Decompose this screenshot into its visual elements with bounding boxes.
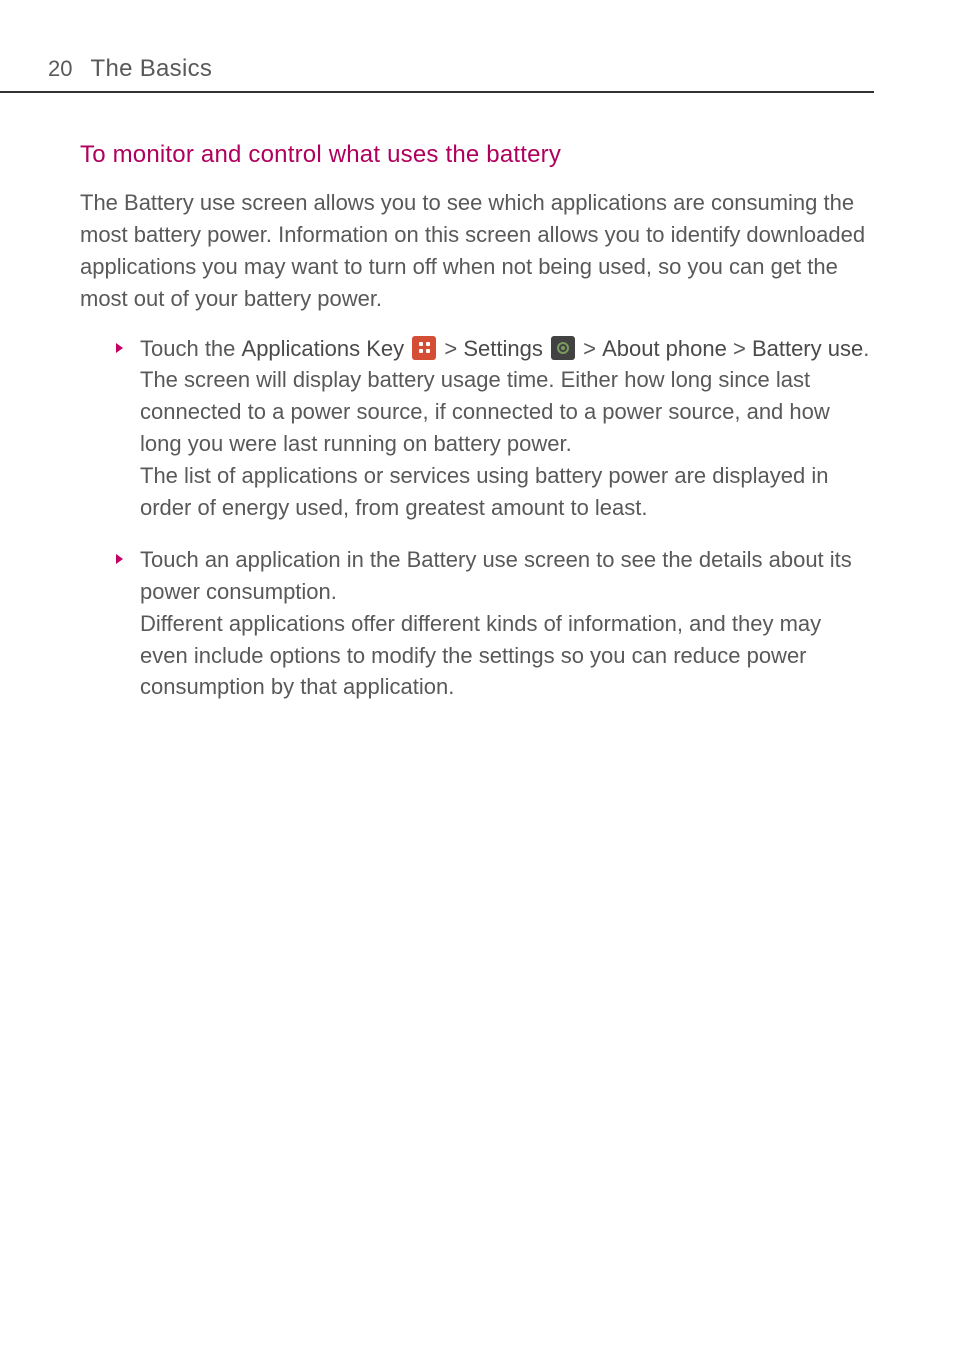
separator-gt: > xyxy=(577,336,602,361)
list-item: Touch an application in the Battery use … xyxy=(116,544,874,703)
triangle-bullet-icon xyxy=(116,554,123,564)
list-item: Touch the Applications Key > Settings > … xyxy=(116,333,874,524)
bullet-text-2a: Touch an application in the Battery use … xyxy=(140,547,852,604)
battery-use-label: Battery use xyxy=(752,336,863,361)
intro-paragraph: The Battery use screen allows you to see… xyxy=(80,187,874,315)
section-heading: To monitor and control what uses the bat… xyxy=(80,141,874,169)
about-phone-label: About phone xyxy=(602,336,727,361)
separator-gt: > xyxy=(438,336,463,361)
separator-gt: > xyxy=(727,336,752,361)
header-title: The Basics xyxy=(90,55,212,83)
main-content: To monitor and control what uses the bat… xyxy=(0,93,954,703)
bullet-list: Touch the Applications Key > Settings > … xyxy=(80,333,874,704)
applications-key-icon xyxy=(412,336,436,360)
triangle-bullet-icon xyxy=(116,343,123,353)
bullet-text-1a: Touch the xyxy=(140,336,242,361)
page-header: 20 The Basics xyxy=(0,0,874,93)
settings-icon xyxy=(551,336,575,360)
settings-label: Settings xyxy=(463,336,543,361)
page-number: 20 xyxy=(48,56,72,82)
applications-key-label: Applications Key xyxy=(242,336,405,361)
bullet-text-1c: The list of applications or services usi… xyxy=(140,463,828,520)
bullet-text-2b: Different applications offer different k… xyxy=(140,611,821,700)
